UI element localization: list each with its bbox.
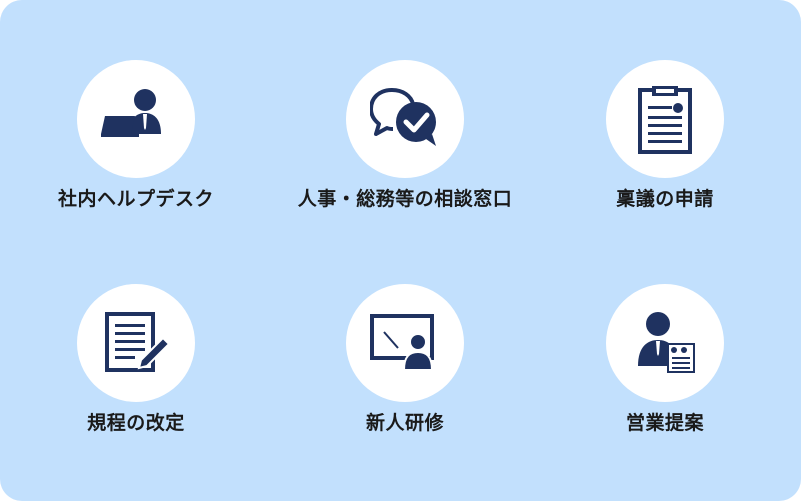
document-pen-icon xyxy=(105,312,171,372)
icon-circle xyxy=(606,284,724,402)
presentation-board-icon xyxy=(370,314,434,371)
person-at-laptop-icon xyxy=(101,89,161,137)
icon-circle xyxy=(346,60,464,178)
icon-circle xyxy=(77,284,195,402)
person-with-document-icon xyxy=(638,312,695,373)
tile-label: 新人研修 xyxy=(365,412,444,434)
tile-sales-proposal[interactable]: 営業提案 xyxy=(565,284,765,464)
tile-label: 人事・総務等の相談窓口 xyxy=(297,188,513,210)
tile-regulation-revision[interactable]: 規程の改定 xyxy=(36,284,236,464)
clipboard-icon xyxy=(638,86,692,154)
tile-label: 規程の改定 xyxy=(87,412,185,434)
icon-circle xyxy=(606,60,724,178)
chat-bubbles-check-icon xyxy=(370,88,436,146)
tile-label: 稟議の申請 xyxy=(616,188,714,210)
icon-circle xyxy=(346,284,464,402)
tile-label: 営業提案 xyxy=(625,412,704,434)
icon-circle xyxy=(77,60,195,178)
tile-new-employee-training[interactable]: 新人研修 xyxy=(305,284,505,464)
tile-helpdesk[interactable]: 社内ヘルプデスク xyxy=(36,60,236,240)
services-panel: 社内ヘルプデスク 人事・総務等の相談窓口 稟議の申請 規程の改定 新人研修 営業… xyxy=(0,0,801,501)
tile-approval-request[interactable]: 稟議の申請 xyxy=(565,60,765,240)
tile-label: 社内ヘルプデスク xyxy=(57,188,214,210)
tile-hr-consultation[interactable]: 人事・総務等の相談窓口 xyxy=(298,60,512,240)
